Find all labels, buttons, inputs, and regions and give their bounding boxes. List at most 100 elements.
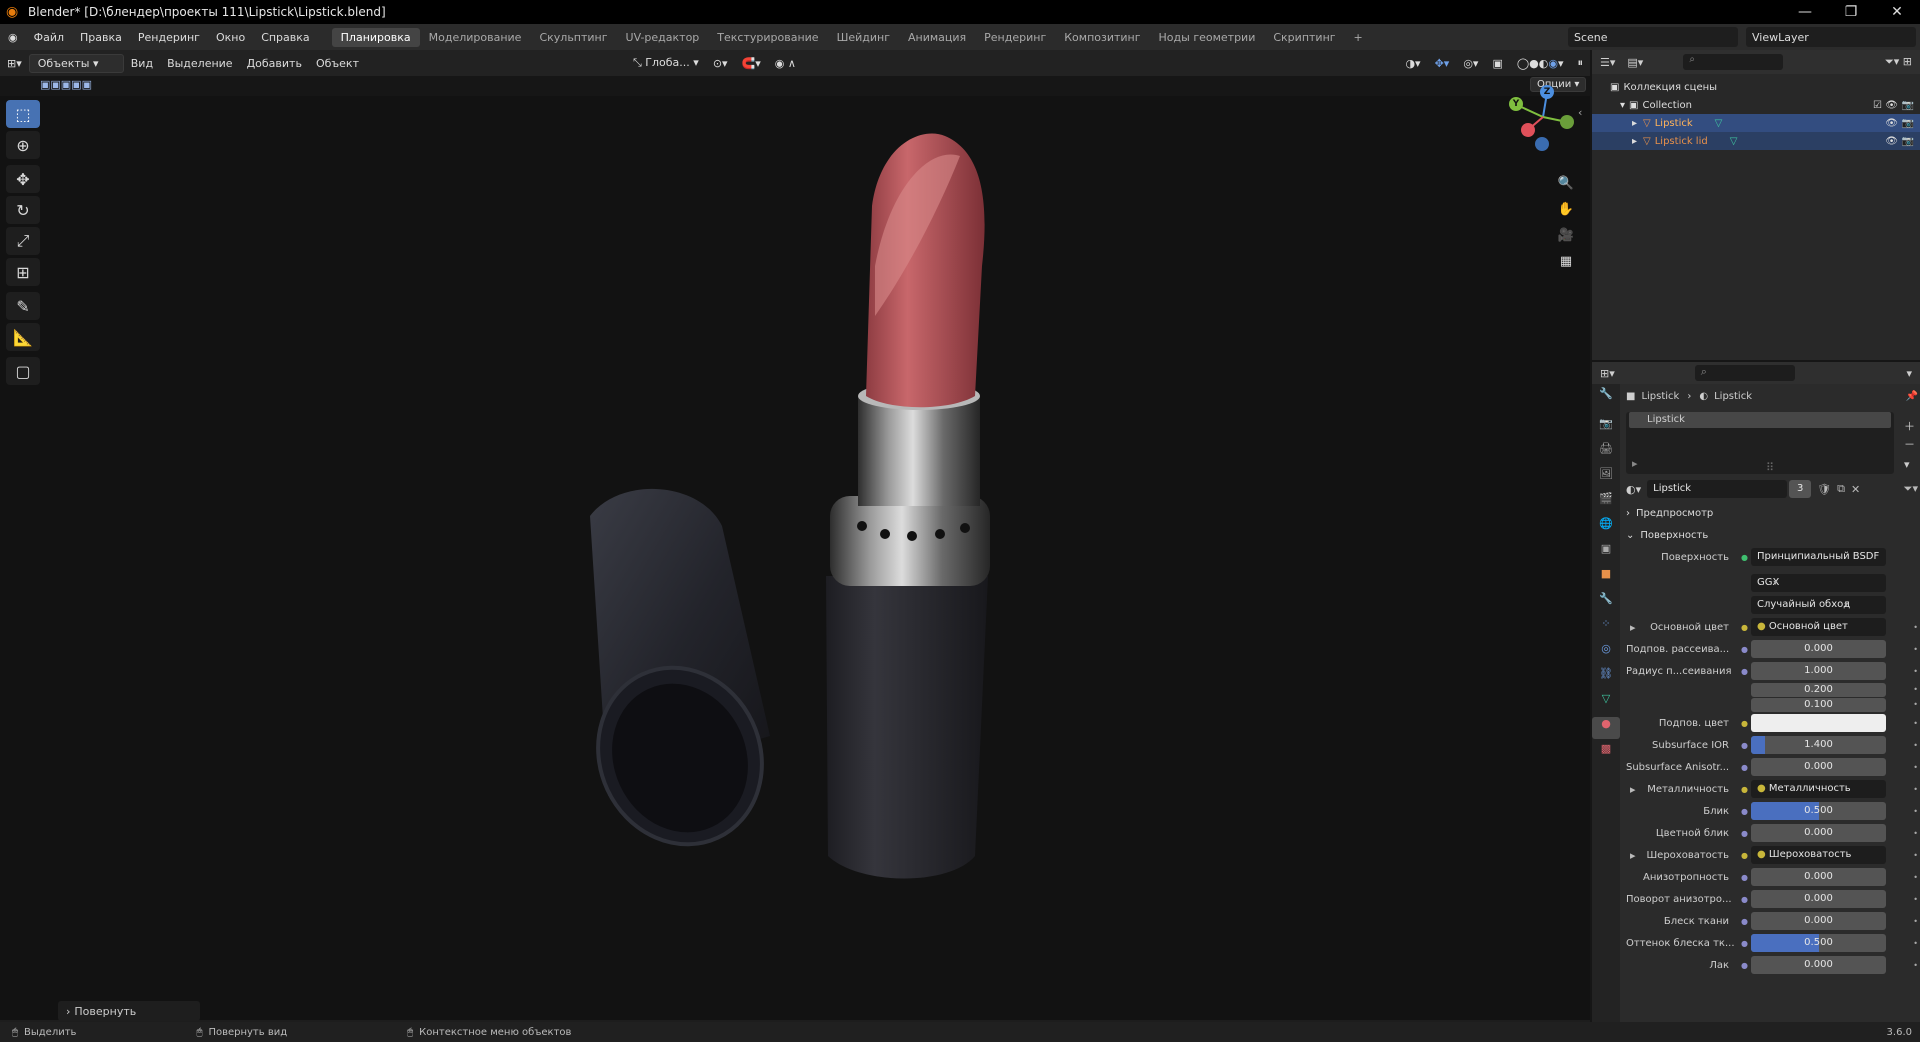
constraints-tab-icon[interactable]: ⛓ <box>1592 667 1620 689</box>
camera-icon[interactable]: 📷 <box>1902 100 1914 111</box>
number-field[interactable]: 0.500 <box>1751 802 1886 820</box>
number-field[interactable]: 0.000 <box>1751 868 1886 886</box>
socket-icon[interactable]: ● <box>1741 623 1751 632</box>
material-slots-list[interactable]: Lipstick ▸ ⠿ <box>1626 412 1894 474</box>
menu-select[interactable]: Выделение <box>160 57 240 70</box>
menu-view[interactable]: Вид <box>124 57 160 70</box>
number-field[interactable]: 0.000 <box>1751 758 1886 776</box>
particles-tab-icon[interactable]: ⁘ <box>1592 617 1620 639</box>
number-field[interactable]: 0.200 <box>1751 682 1886 697</box>
remove-slot-icon[interactable]: － <box>1904 436 1915 452</box>
tab-compositing[interactable]: Композитинг <box>1055 28 1149 47</box>
zoom-icon[interactable]: 🔍 <box>1556 176 1576 196</box>
keyframe-icon[interactable]: • <box>1913 763 1918 772</box>
number-field[interactable]: 0.000 <box>1751 824 1886 842</box>
socket-icon[interactable]: ● <box>1741 917 1751 926</box>
tab-uv-editing[interactable]: UV-редактор <box>617 28 709 47</box>
transform-orientation-dropdown[interactable]: ⤡ Глоба... ▾ <box>626 56 706 70</box>
tab-sculpting[interactable]: Скульптинг <box>530 28 616 47</box>
gizmo-y[interactable]: Y <box>1509 97 1523 111</box>
tab-layout[interactable]: Планировка <box>331 27 420 47</box>
expand-arrow-icon[interactable]: ▸ <box>1632 118 1637 129</box>
lipstick-bullet[interactable] <box>866 133 985 408</box>
keyframe-icon[interactable]: • <box>1913 829 1918 838</box>
gizmo-x[interactable] <box>1521 123 1535 137</box>
keyframe-icon[interactable]: • <box>1913 917 1918 926</box>
expand-arrow-icon[interactable]: ▸ <box>1630 849 1636 862</box>
keyframe-icon[interactable]: • <box>1913 895 1918 904</box>
tab-texture-paint[interactable]: Текстурирование <box>708 28 827 47</box>
surface-shader-field[interactable]: Принципиальный BSDF <box>1751 548 1886 566</box>
eye-icon[interactable]: 👁 <box>1885 136 1898 147</box>
shading-modes-icon[interactable]: ◯●◐◉▾ <box>1510 57 1571 70</box>
restore-icon[interactable]: ❐ <box>1828 4 1874 20</box>
menu-object[interactable]: Объект <box>309 57 366 70</box>
properties-type-icon[interactable]: ⊞▾ <box>1600 367 1615 380</box>
checkbox-icon[interactable]: ☑ <box>1873 100 1882 111</box>
linked-input-field[interactable]: ● Основной цвет <box>1751 618 1886 636</box>
chevron-down-icon[interactable]: ▾ <box>1906 367 1912 380</box>
view-layer-tab-icon[interactable]: 🖼 <box>1592 467 1620 489</box>
tab-shading[interactable]: Шейдинг <box>828 28 899 47</box>
blender-menu-icon[interactable]: ◉ <box>0 31 26 44</box>
distribution-dropdown[interactable]: GGX▾ <box>1751 574 1886 592</box>
pin-icon[interactable]: 📌 <box>1906 391 1918 402</box>
mesh-data-icon[interactable]: ▽ <box>1715 118 1723 129</box>
pan-hand-icon[interactable]: ✋ <box>1556 202 1576 222</box>
pause-icon[interactable]: ⏸ <box>1571 56 1591 70</box>
filter-icon[interactable]: ⏷▾ <box>1904 482 1918 496</box>
keyframe-icon[interactable]: • <box>1913 685 1918 694</box>
fake-user-icon[interactable]: 🛡 <box>1817 483 1831 496</box>
expand-arrow-icon[interactable]: ▸ <box>1630 783 1636 796</box>
properties-search-input[interactable]: ⌕ <box>1694 365 1795 381</box>
modifier-tab-icon[interactable]: 🔧 <box>1592 592 1620 614</box>
keyframe-icon[interactable]: • <box>1913 851 1918 860</box>
menu-edit[interactable]: Правка <box>72 31 130 44</box>
close-icon[interactable]: ✕ <box>1874 4 1920 20</box>
preview-section[interactable]: › Предпросмотр <box>1626 502 1918 524</box>
outliner-item-lipstick-lid[interactable]: ▸ ▽ Lipstick lid ▽ 👁 📷 <box>1592 132 1920 150</box>
pivot-icon[interactable]: ⊙▾ <box>706 57 735 70</box>
data-tab-icon[interactable]: ▽ <box>1592 692 1620 714</box>
physics-tab-icon[interactable]: ◎ <box>1592 642 1620 664</box>
socket-icon[interactable]: ● <box>1741 763 1751 772</box>
outliner-item-lipstick[interactable]: ▸ ▽ Lipstick ▽ 👁 📷 <box>1592 114 1920 132</box>
subsurface-method-dropdown[interactable]: Случайный обход▾ <box>1751 596 1886 614</box>
socket-icon[interactable]: ● <box>1741 829 1751 838</box>
scene-tab-icon[interactable]: 🎬 <box>1592 492 1620 514</box>
world-tab-icon[interactable]: 🌐 <box>1592 517 1620 539</box>
tab-scripting[interactable]: Скриптинг <box>1264 28 1344 47</box>
snap-icon[interactable]: 🧲▾ <box>735 57 768 70</box>
keyframe-icon[interactable]: • <box>1913 961 1918 970</box>
duplicate-icon[interactable]: ⧉ <box>1837 482 1845 496</box>
socket-icon[interactable]: ● <box>1741 895 1751 904</box>
gizmo-z[interactable]: Z <box>1540 85 1554 99</box>
scene-selector[interactable]: Scene <box>1568 27 1738 47</box>
resize-handle-icon[interactable]: ⠿ <box>1766 461 1774 474</box>
proportional-edit-icon[interactable]: ◉ ∧ <box>768 57 803 70</box>
number-field[interactable]: 1.000 <box>1751 662 1886 680</box>
tab-animation[interactable]: Анимация <box>899 28 975 47</box>
eye-icon[interactable]: 👁 <box>1885 118 1898 129</box>
texture-tab-icon[interactable]: ▩ <box>1592 742 1620 764</box>
menu-add[interactable]: Добавить <box>240 57 309 70</box>
keyframe-icon[interactable]: • <box>1913 939 1918 948</box>
tab-geometry-nodes[interactable]: Ноды геометрии <box>1150 28 1265 47</box>
expand-arrow-icon[interactable]: ▸ <box>1632 136 1637 147</box>
collection-tab-icon[interactable]: ▣ <box>1592 542 1620 564</box>
socket-icon[interactable]: ● <box>1741 719 1751 728</box>
material-name-field[interactable]: Lipstick <box>1647 480 1788 498</box>
keyframe-icon[interactable]: • <box>1913 785 1918 794</box>
number-field[interactable]: 0.000 <box>1751 640 1886 658</box>
mode-dropdown[interactable]: Объекты ▾ <box>28 53 124 73</box>
render-tab-icon[interactable]: 📷 <box>1592 417 1620 439</box>
add-workspace-button[interactable]: + <box>1345 28 1372 47</box>
socket-icon[interactable]: ● <box>1741 741 1751 750</box>
number-field[interactable]: 0.500 <box>1751 934 1886 952</box>
unlink-icon[interactable]: ✕ <box>1851 483 1860 496</box>
number-field[interactable]: 0.100 <box>1751 697 1886 712</box>
xray-icon[interactable]: ▣ <box>1485 57 1509 70</box>
menu-help[interactable]: Справка <box>253 31 317 44</box>
output-tab-icon[interactable]: 🖨 <box>1592 442 1620 464</box>
socket-icon[interactable]: ● <box>1741 873 1751 882</box>
